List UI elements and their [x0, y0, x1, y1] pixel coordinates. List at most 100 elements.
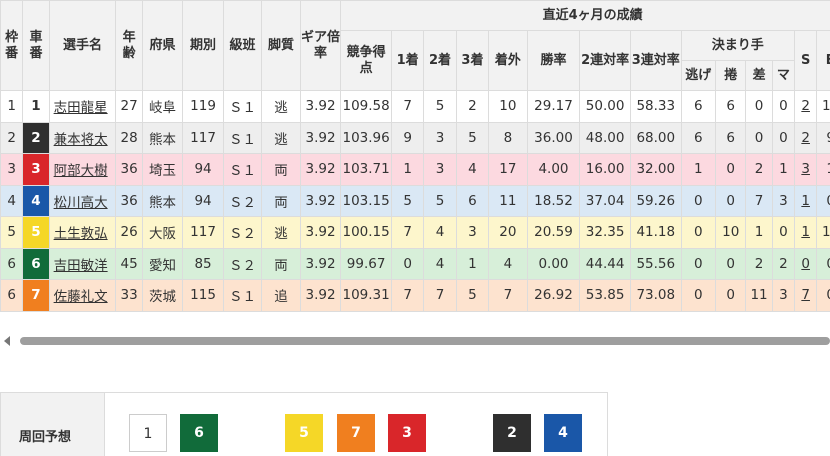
header-mark: マ	[771, 60, 796, 91]
lap-forecast-label: 周回予想	[1, 393, 105, 456]
header-second: 2着	[423, 30, 457, 91]
cell-s-link[interactable]: 1	[794, 216, 818, 249]
scroll-left-arrow-icon[interactable]	[4, 336, 10, 346]
cell-car: 3	[22, 153, 50, 186]
racer-name-link[interactable]: 志田龍星	[48, 90, 117, 123]
cell-age: 28	[115, 121, 143, 154]
cell-rate3: 59.26	[629, 184, 682, 217]
header-age: 年齢	[115, 0, 143, 91]
cell-score: 103.15	[340, 184, 392, 217]
cell-nige: 6	[680, 121, 717, 154]
cell-nige: 6	[680, 90, 717, 123]
cell-makuri: 6	[715, 121, 747, 154]
forecast-car-box: 7	[337, 414, 375, 452]
cell-class: Ｓ１	[222, 279, 263, 312]
cell-second: 5	[423, 90, 457, 123]
cell-out: 7	[488, 279, 528, 312]
cell-leg: 逃	[261, 121, 301, 154]
cell-win-rate: 26.92	[526, 279, 581, 312]
cell-rate3: 68.00	[629, 121, 682, 154]
cell-out: 8	[488, 121, 528, 154]
cell-rate2: 16.00	[579, 153, 631, 186]
cell-rate2: 53.85	[579, 279, 631, 312]
header-score: 競争得点	[340, 30, 392, 91]
header-third: 3着	[455, 30, 490, 91]
racer-name-link[interactable]: 松川高大	[48, 184, 117, 217]
cell-s-link[interactable]: 7	[794, 279, 818, 312]
header-out: 着外	[488, 30, 528, 91]
cell-age: 45	[115, 247, 143, 280]
cell-win-rate: 29.17	[526, 90, 581, 123]
cell-term: 94	[182, 184, 224, 217]
cell-waku: 1	[0, 90, 24, 123]
cell-third: 6	[455, 184, 490, 217]
cell-third: 5	[455, 279, 490, 312]
cell-sashi: 11	[745, 279, 773, 312]
table-row: 6 7 佐藤礼文 33 茨城 115 Ｓ１ 追 3.92 109.31 7 7 5 7 26.92 53.85…	[0, 279, 830, 312]
header-leg: 脚質	[261, 0, 301, 91]
cell-rate2: 44.44	[579, 247, 631, 280]
cell-mark: 0	[771, 90, 796, 123]
cell-first: 7	[390, 90, 425, 123]
header-rate3: 3連対率	[629, 30, 682, 91]
cell-car: 4	[22, 184, 50, 217]
cell-leg: 追	[261, 279, 301, 312]
cell-out: 17	[488, 153, 528, 186]
cell-makuri: 0	[715, 279, 747, 312]
cell-s-link[interactable]: 2	[794, 121, 818, 154]
cell-waku: 6	[0, 247, 24, 280]
cell-sashi: 1	[745, 216, 773, 249]
racer-name-link[interactable]: 吉田敏洋	[48, 247, 117, 280]
racer-name-link[interactable]: 兼本将太	[48, 121, 117, 154]
cell-s-link[interactable]: 0	[794, 247, 818, 280]
entry-table-container[interactable]: 枠番 車番 選手名 年齢 府県 期別 級班 脚質 ギア倍率 直近4ヶ月の成績 競…	[0, 0, 830, 318]
cell-score: 109.58	[340, 90, 392, 123]
header-gear: ギア倍率	[299, 0, 342, 91]
cell-sashi: 0	[745, 90, 773, 123]
cell-s-link[interactable]: 3	[794, 153, 818, 186]
cell-waku: 2	[0, 121, 24, 154]
header-name: 選手名	[48, 0, 117, 91]
cell-rate2: 32.35	[579, 216, 631, 249]
cell-third: 5	[455, 121, 490, 154]
cell-leg: 両	[261, 184, 301, 217]
cell-pref: 岐阜	[141, 90, 184, 123]
cell-pref: 熊本	[141, 184, 184, 217]
car-number-badge: 7	[23, 280, 49, 311]
table-row: 6 6 吉田敏洋 45 愛知 85 Ｓ２ 両 3.92 99.67 0 4 1 4 0.00 44.44 55.…	[0, 247, 830, 280]
cell-mark: 0	[771, 121, 796, 154]
table-row: 4 4 松川高大 36 熊本 94 Ｓ２ 両 3.92 103.15 5 5 6 11 18.52 37.04…	[0, 184, 830, 217]
horizontal-scrollbar[interactable]	[0, 334, 830, 350]
cell-win-rate: 18.52	[526, 184, 581, 217]
cell-out: 10	[488, 90, 528, 123]
cell-gear: 3.92	[299, 216, 342, 249]
header-kimarite-group: 決まり手	[680, 30, 796, 61]
cell-s-link[interactable]: 2	[794, 90, 818, 123]
cell-first: 0	[390, 247, 425, 280]
cell-sashi: 7	[745, 184, 773, 217]
table-row: 2 2 兼本将太 28 熊本 117 Ｓ１ 逃 3.92 103.96 9 3 5 8 36.00 48.00…	[0, 121, 830, 154]
cell-second: 4	[423, 247, 457, 280]
cell-nige: 1	[680, 153, 717, 186]
cell-first: 9	[390, 121, 425, 154]
racer-name-link[interactable]: 佐藤礼文	[48, 279, 117, 312]
header-rate2: 2連対率	[579, 30, 631, 91]
cell-first: 7	[390, 216, 425, 249]
cell-second: 4	[423, 216, 457, 249]
cell-rate2: 50.00	[579, 90, 631, 123]
scroll-thumb[interactable]	[20, 337, 830, 345]
car-number-badge: 2	[23, 122, 49, 153]
cell-b: 0	[816, 247, 830, 280]
racer-name-link[interactable]: 土生敦弘	[48, 216, 117, 249]
cell-class: Ｓ２	[222, 184, 263, 217]
cell-waku: 6	[0, 279, 24, 312]
cell-age: 36	[115, 184, 143, 217]
header-s: S	[794, 30, 818, 91]
racer-name-link[interactable]: 阿部大樹	[48, 153, 117, 186]
cell-out: 20	[488, 216, 528, 249]
cell-rate3: 41.18	[629, 216, 682, 249]
cell-s-link[interactable]: 1	[794, 184, 818, 217]
cell-class: Ｓ２	[222, 247, 263, 280]
cell-sashi: 2	[745, 153, 773, 186]
cell-term: 85	[182, 247, 224, 280]
